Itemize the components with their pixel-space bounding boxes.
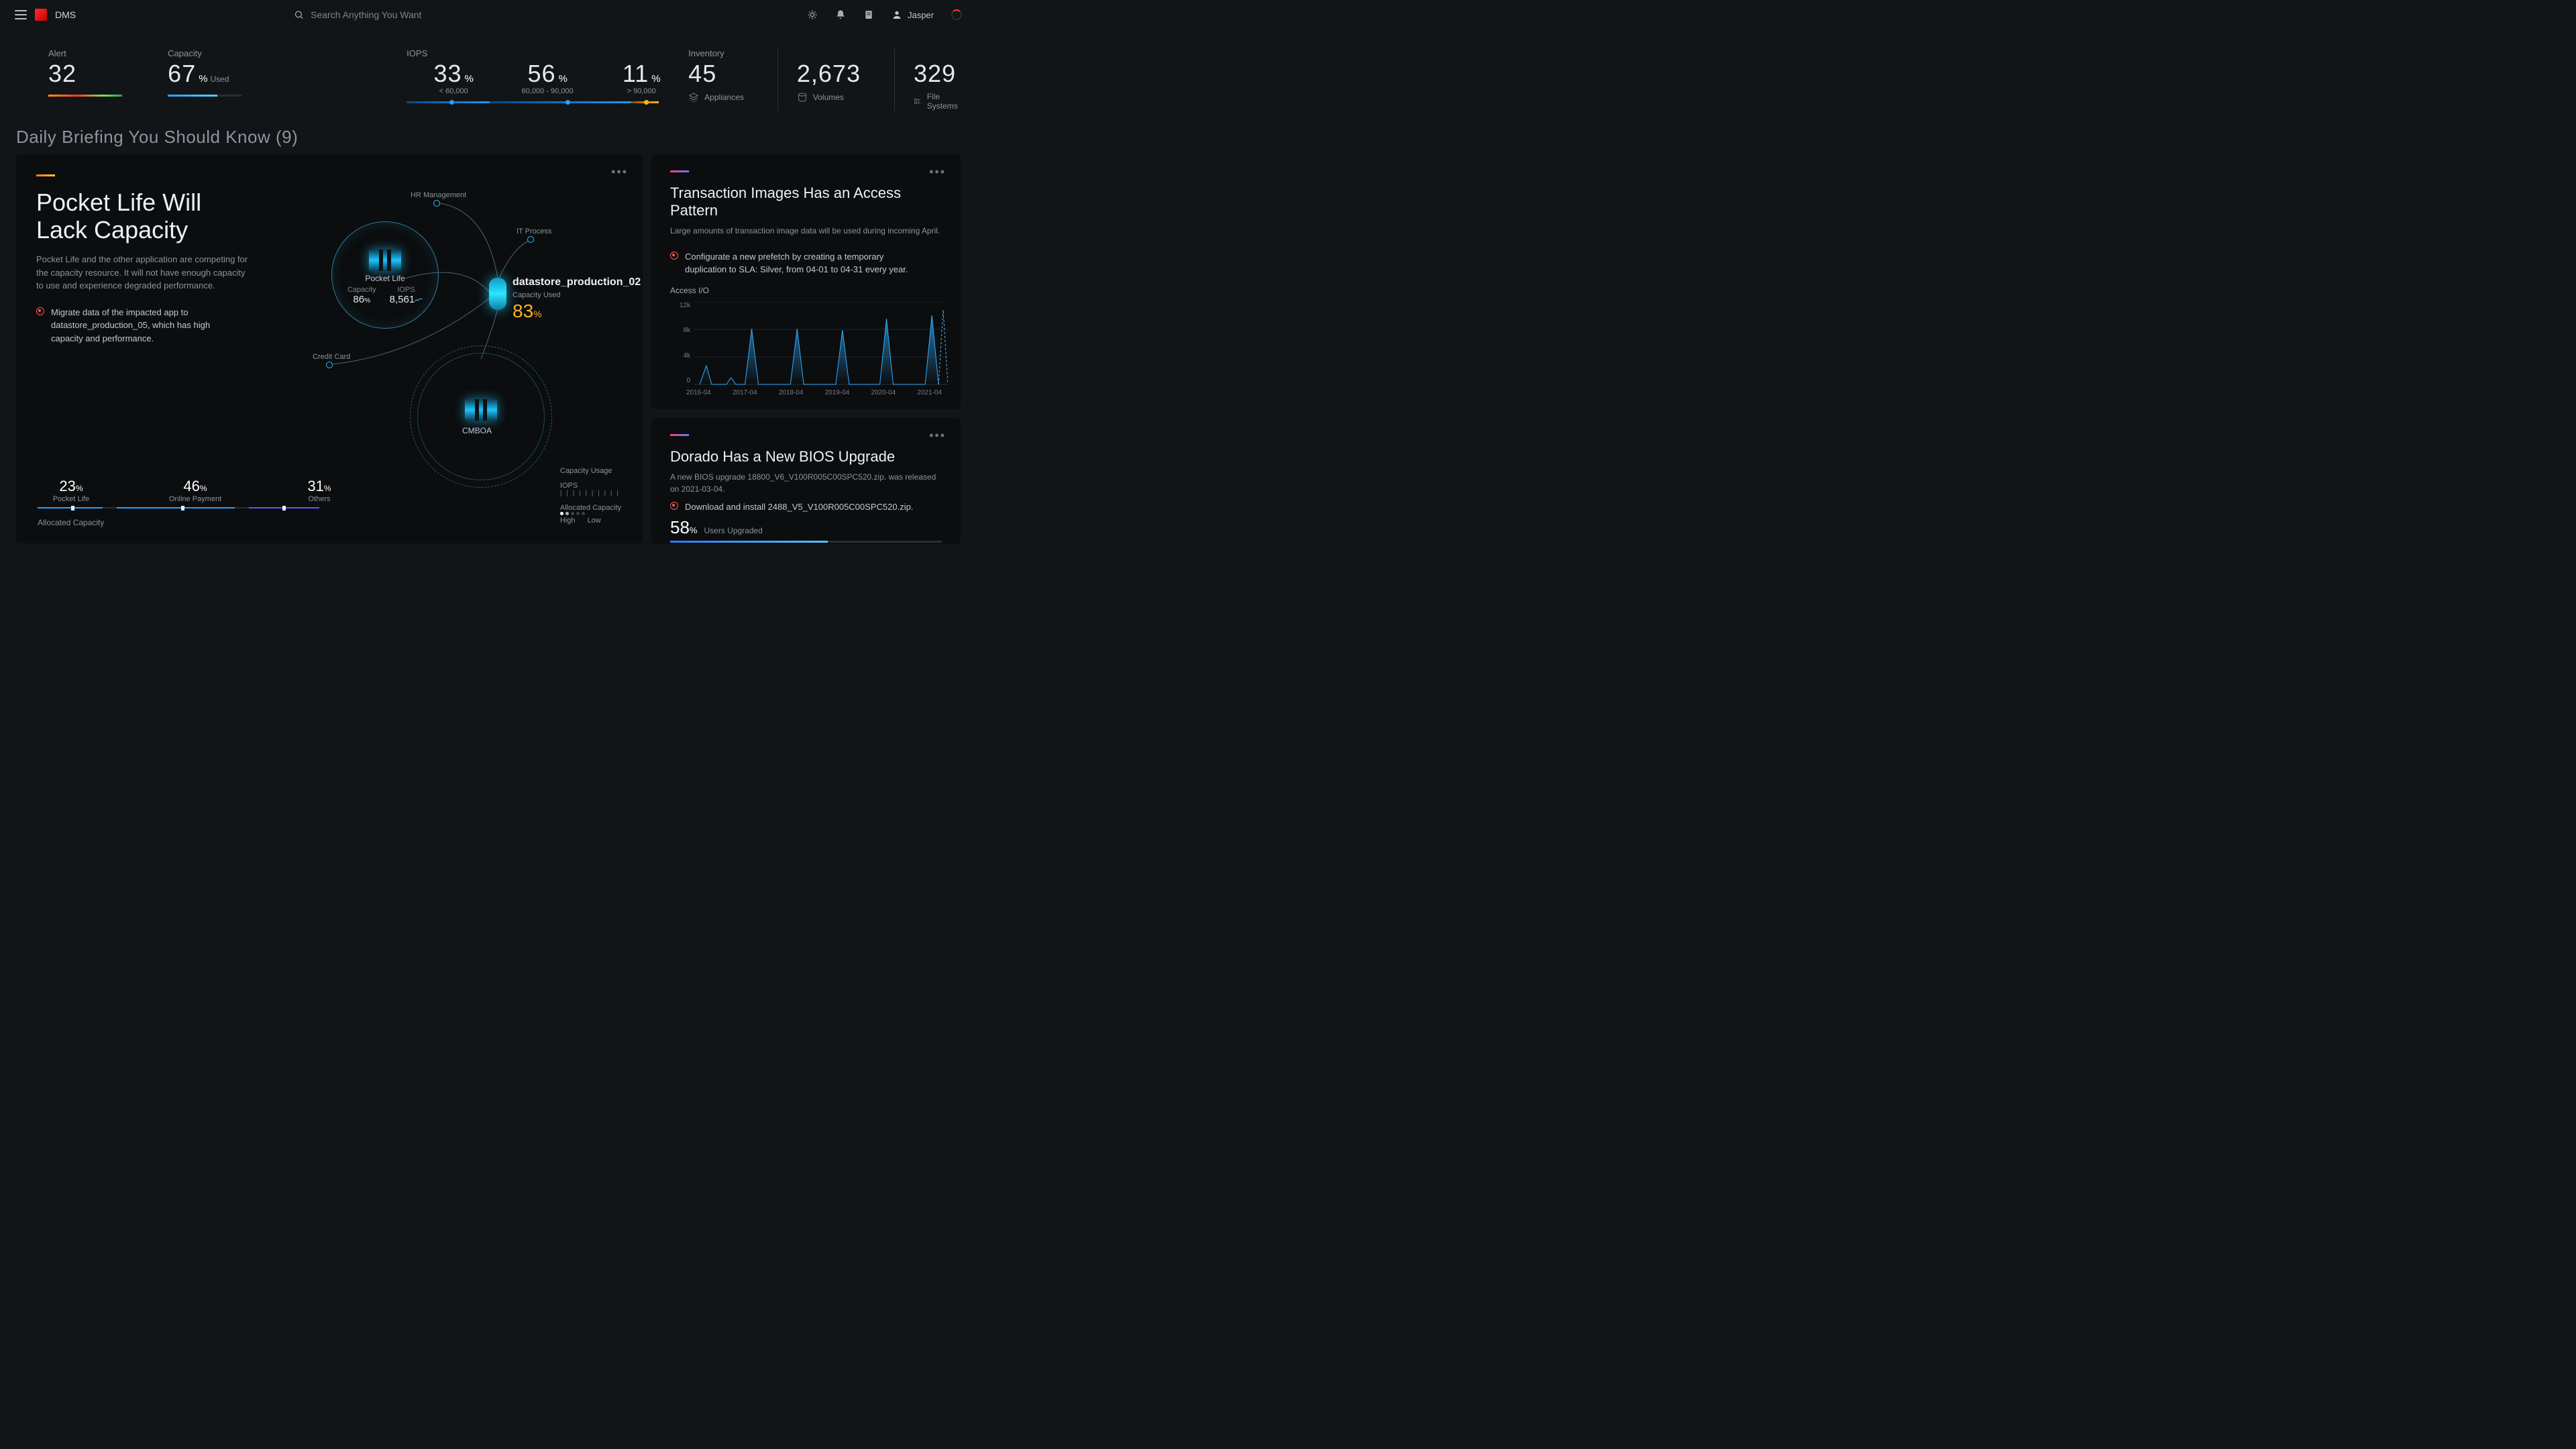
progress-bar [670,541,942,543]
card-title: Transaction Images Has an Access Pattern [670,184,942,219]
stat-filesystems: 329 File Systems [894,48,961,111]
hamburger-menu[interactable] [15,10,27,19]
volumes-icon [797,92,808,103]
action-marker-icon [36,307,44,315]
card-bios-upgrade: ••• Dorado Has a New BIOS Upgrade A new … [651,418,961,544]
accent-bar [670,434,689,436]
datastore-name: datastore_production_02 [513,276,641,288]
node-label: Credit Card [313,353,350,361]
notes-icon[interactable] [863,9,874,20]
datastore-icon [489,278,506,310]
filesystem-icon [914,96,922,107]
action-text: Migrate data of the impacted app to data… [51,306,217,345]
node-name: Pocket Life [334,274,436,283]
loading-icon [951,9,962,20]
node-dot [326,362,333,368]
node-label: IT Process [517,227,551,235]
stat-value: 32 [48,60,168,88]
action-text: Download and install 2488_V5_V100R005C00… [685,500,913,514]
card-desc: Pocket Life and the other application ar… [36,253,251,292]
stat-label: Inventory [688,48,744,58]
stat-label: IOPS [407,48,427,58]
stat-value: 67 [168,60,196,88]
search-icon [294,9,304,20]
stat-capacity: Capacity 67 % Used [168,48,241,97]
user-menu[interactable]: Jasper [892,9,934,20]
action-marker-icon [670,502,678,510]
card-title: Pocket Life Will Lack Capacity [36,189,251,244]
chart-title: Access I/O [670,286,942,295]
more-icon[interactable]: ••• [929,165,946,179]
stat-iops: IOPS 33%< 60,000 56%60,000 - 90,000 11%>… [407,48,688,103]
stat-volumes: 2,673 Volumes [777,48,861,111]
access-chart: Access I/O 12k 8k 4k 0 [670,286,942,396]
node-dot [433,200,440,207]
briefing-title: Daily Briefing You Should Know (9) [0,115,977,154]
allocation-label: Allocated Capacity [38,518,621,527]
allocation-panel: 23%Pocket Life 46%Online Payment 31%Othe… [38,478,621,527]
accent-bar [670,170,689,172]
storage-icon [369,250,401,271]
action-text: Configurate a new prefetch by creating a… [685,250,925,276]
progress-label: Users Upgraded [704,526,762,535]
action-marker-icon [670,252,678,260]
datastore-sub: Capacity Used [513,291,641,299]
card-capacity-briefing: ••• Pocket Life Will Lack Capacity Pocke… [16,154,643,543]
node-name: CMBOA [462,426,492,435]
node-dot [527,236,534,243]
logo [35,9,47,21]
diagram-legend: Capacity Usage IOPS| | | | | | | | | | A… [560,467,621,525]
stat-label: Alert [48,48,168,58]
topology-diagram: HR Management IT Process Credit Card Poc… [298,174,647,470]
node-label: HR Management [411,191,466,199]
stat-value: 329 [914,60,961,88]
card-desc: A new BIOS upgrade 18800_V6_V100R005C00S… [670,471,942,495]
user-name: Jasper [908,10,934,20]
user-icon [892,9,902,20]
appliances-icon [688,92,699,103]
stat-label: Capacity [168,48,241,58]
storage-icon [465,399,497,421]
stat-value: 45 [688,60,744,88]
brand-name: DMS [55,9,76,20]
card-access-pattern: ••• Transaction Images Has an Access Pat… [651,154,961,409]
more-icon[interactable]: ••• [929,429,946,443]
stat-alert: Alert 32 [48,48,168,97]
card-desc: Large amounts of transaction image data … [670,225,942,237]
card-title: Dorado Has a New BIOS Upgrade [670,448,942,466]
stat-inventory: Inventory 45 Appliances [688,48,744,111]
search-input[interactable] [311,9,589,20]
theme-icon[interactable] [807,9,818,20]
search-box[interactable] [294,9,589,20]
bell-icon[interactable] [835,9,846,20]
stat-value: 2,673 [797,60,861,88]
accent-bar [36,174,55,176]
